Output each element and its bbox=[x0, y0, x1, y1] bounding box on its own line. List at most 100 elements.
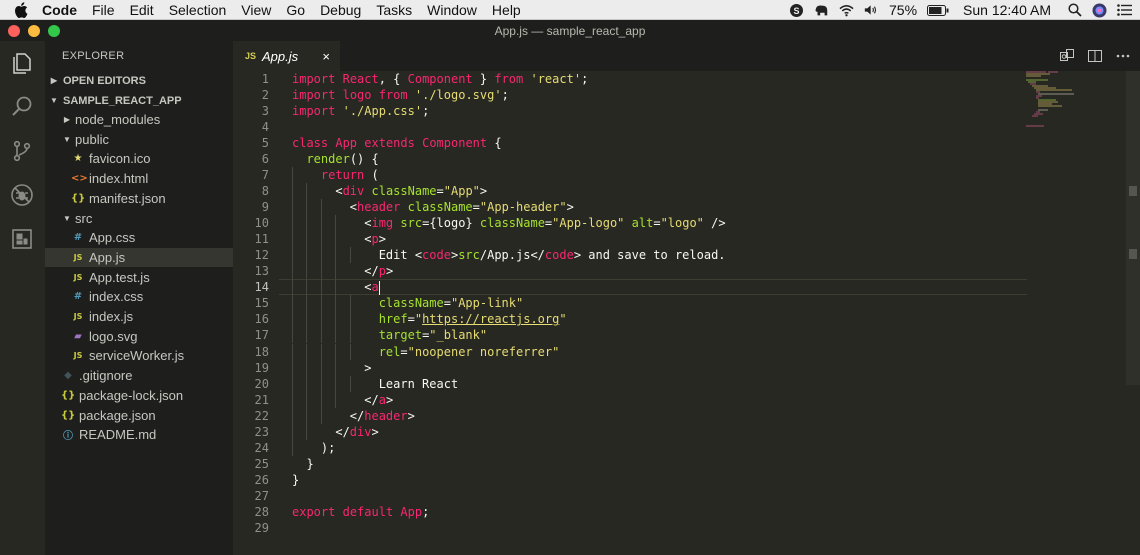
menu-window[interactable]: Window bbox=[427, 2, 477, 18]
tree-file[interactable]: ◆ .gitignore bbox=[45, 366, 233, 385]
code-line[interactable]: 12 Edit <code>src/App.js</code> and save… bbox=[233, 247, 1140, 264]
code-line[interactable]: 5 class App extends Component { bbox=[233, 135, 1140, 151]
open-changes-icon[interactable] bbox=[1059, 48, 1075, 64]
code-text: <p> bbox=[292, 232, 386, 247]
menu-view[interactable]: View bbox=[241, 2, 271, 18]
open-editors-section[interactable]: ▶ OPEN EDITORS bbox=[45, 71, 233, 90]
code-editor[interactable]: 1 import React, { Component } from 'react… bbox=[233, 71, 1140, 555]
zoom-window-button[interactable] bbox=[48, 25, 60, 37]
code-line[interactable]: 25 } bbox=[233, 456, 1140, 472]
tab-app-js[interactable]: JS App.js × bbox=[233, 41, 340, 71]
code-line[interactable]: 19 > bbox=[233, 359, 1140, 376]
code-line[interactable]: 29 bbox=[233, 520, 1140, 536]
code-text: <img src={logo} className="App-logo" alt… bbox=[292, 216, 726, 231]
menu-tasks[interactable]: Tasks bbox=[376, 2, 412, 18]
code-text: import './App.css'; bbox=[292, 104, 430, 119]
editor-scrollbar[interactable] bbox=[1126, 71, 1140, 385]
wifi-icon[interactable] bbox=[839, 3, 854, 18]
menu-help[interactable]: Help bbox=[492, 2, 521, 18]
line-number: 28 bbox=[254, 504, 269, 519]
tree-file[interactable]: ⓘ README.md bbox=[45, 425, 233, 444]
code-line[interactable]: 1 import React, { Component } from 'react… bbox=[233, 71, 1140, 87]
code-line[interactable]: 22 </header> bbox=[233, 407, 1140, 424]
code-text: class App extends Component { bbox=[292, 136, 502, 151]
elephant-icon[interactable] bbox=[814, 3, 829, 18]
code-line[interactable]: 17 target="_blank" bbox=[233, 327, 1140, 344]
tree-file[interactable]: JS serviceWorker.js bbox=[45, 346, 233, 365]
debug-icon[interactable] bbox=[10, 183, 34, 207]
tree-file[interactable]: {} package-lock.json bbox=[45, 386, 233, 405]
tree-file[interactable]: # index.css bbox=[45, 287, 233, 306]
menu-selection[interactable]: Selection bbox=[169, 2, 227, 18]
notification-center-icon[interactable] bbox=[1117, 3, 1132, 18]
code-line[interactable]: 11 <p> bbox=[233, 231, 1140, 248]
tree-file[interactable]: # App.css bbox=[45, 228, 233, 247]
code-text: </p> bbox=[292, 264, 394, 279]
code-text: import logo from './logo.svg'; bbox=[292, 88, 509, 103]
menu-app-name[interactable]: Code bbox=[42, 2, 77, 18]
menu-file[interactable]: File bbox=[92, 2, 115, 18]
code-line[interactable]: 2 import logo from './logo.svg'; bbox=[233, 87, 1140, 103]
code-line[interactable]: 6 render() { bbox=[233, 151, 1140, 167]
tree-file[interactable]: JS App.test.js bbox=[45, 268, 233, 287]
line-number: 14 bbox=[254, 280, 269, 295]
tree-folder[interactable]: ▼ src bbox=[45, 209, 233, 228]
code-line[interactable]: 15 className="App-link" bbox=[233, 295, 1140, 312]
tree-file[interactable]: ▰ logo.svg bbox=[45, 327, 233, 346]
code-line[interactable]: 13 </p> bbox=[233, 263, 1140, 280]
tree-file[interactable]: JS index.js bbox=[45, 307, 233, 326]
code-line[interactable]: 18 rel="noopener noreferrer" bbox=[233, 343, 1140, 360]
line-number: 29 bbox=[254, 520, 269, 535]
project-section[interactable]: ▼ SAMPLE_REACT_APP bbox=[45, 91, 233, 110]
css-file-icon: # bbox=[73, 232, 83, 244]
code-line[interactable]: 16 href="https://reactjs.org" bbox=[233, 311, 1140, 328]
code-line[interactable]: 21 </a> bbox=[233, 391, 1140, 408]
tree-file[interactable]: JS App.js bbox=[45, 247, 233, 267]
explorer-title: EXPLORER bbox=[62, 50, 125, 62]
menu-edit[interactable]: Edit bbox=[130, 2, 154, 18]
code-text: return ( bbox=[320, 168, 379, 183]
minimap[interactable] bbox=[1026, 71, 1126, 131]
battery-icon[interactable] bbox=[927, 3, 949, 18]
tree-folder[interactable]: ▶ node_modules bbox=[45, 110, 233, 129]
close-window-button[interactable] bbox=[8, 25, 20, 37]
source-control-icon[interactable] bbox=[10, 139, 34, 163]
code-line[interactable]: 24 ); bbox=[233, 439, 1140, 456]
volume-icon[interactable] bbox=[864, 3, 879, 18]
tree-file[interactable]: {} manifest.json bbox=[45, 189, 233, 208]
explorer-icon[interactable] bbox=[10, 51, 34, 75]
spotlight-search-icon[interactable] bbox=[1067, 3, 1082, 18]
code-text: href="https://reactjs.org" bbox=[378, 312, 567, 327]
tree-folder[interactable]: ▼ public bbox=[45, 130, 233, 149]
svg-text:S: S bbox=[794, 6, 800, 16]
code-line[interactable]: 4 bbox=[233, 119, 1140, 135]
clock[interactable]: Sun 12:40 AM bbox=[963, 2, 1051, 18]
apple-icon[interactable] bbox=[14, 1, 30, 18]
code-line[interactable]: 3 import './App.css'; bbox=[233, 103, 1140, 119]
info-file-icon: ⓘ bbox=[63, 431, 73, 443]
menu-go[interactable]: Go bbox=[286, 2, 305, 18]
code-line[interactable]: 23 </div> bbox=[233, 423, 1140, 440]
json-file-icon: {} bbox=[71, 192, 86, 204]
split-editor-icon[interactable] bbox=[1087, 48, 1103, 64]
siri-icon[interactable] bbox=[1092, 3, 1107, 18]
code-line[interactable]: 28 export default App; bbox=[233, 504, 1140, 520]
code-line[interactable]: 20 Learn React bbox=[233, 375, 1140, 392]
menu-debug[interactable]: Debug bbox=[320, 2, 361, 18]
close-tab-icon[interactable]: × bbox=[322, 49, 330, 64]
tree-file[interactable]: {} package.json bbox=[45, 406, 233, 425]
extensions-icon[interactable] bbox=[10, 227, 34, 251]
tree-file[interactable]: ★ favicon.ico bbox=[45, 149, 233, 168]
code-line[interactable]: 9 <header className="App-header"> bbox=[233, 199, 1140, 216]
code-line[interactable]: 8 <div className="App"> bbox=[233, 183, 1140, 200]
code-line[interactable]: 10 <img src={logo} className="App-logo" … bbox=[233, 215, 1140, 232]
code-line[interactable]: 27 bbox=[233, 488, 1140, 504]
tree-file[interactable]: <> index.html bbox=[45, 169, 233, 188]
search-icon[interactable] bbox=[10, 95, 34, 119]
more-actions-icon[interactable] bbox=[1115, 48, 1131, 64]
skype-icon[interactable]: S bbox=[789, 3, 804, 18]
code-line[interactable]: 14 <a bbox=[233, 279, 1140, 296]
minimize-window-button[interactable] bbox=[28, 25, 40, 37]
code-line[interactable]: 26} bbox=[233, 472, 1140, 488]
code-line[interactable]: 7 return ( bbox=[233, 167, 1140, 184]
